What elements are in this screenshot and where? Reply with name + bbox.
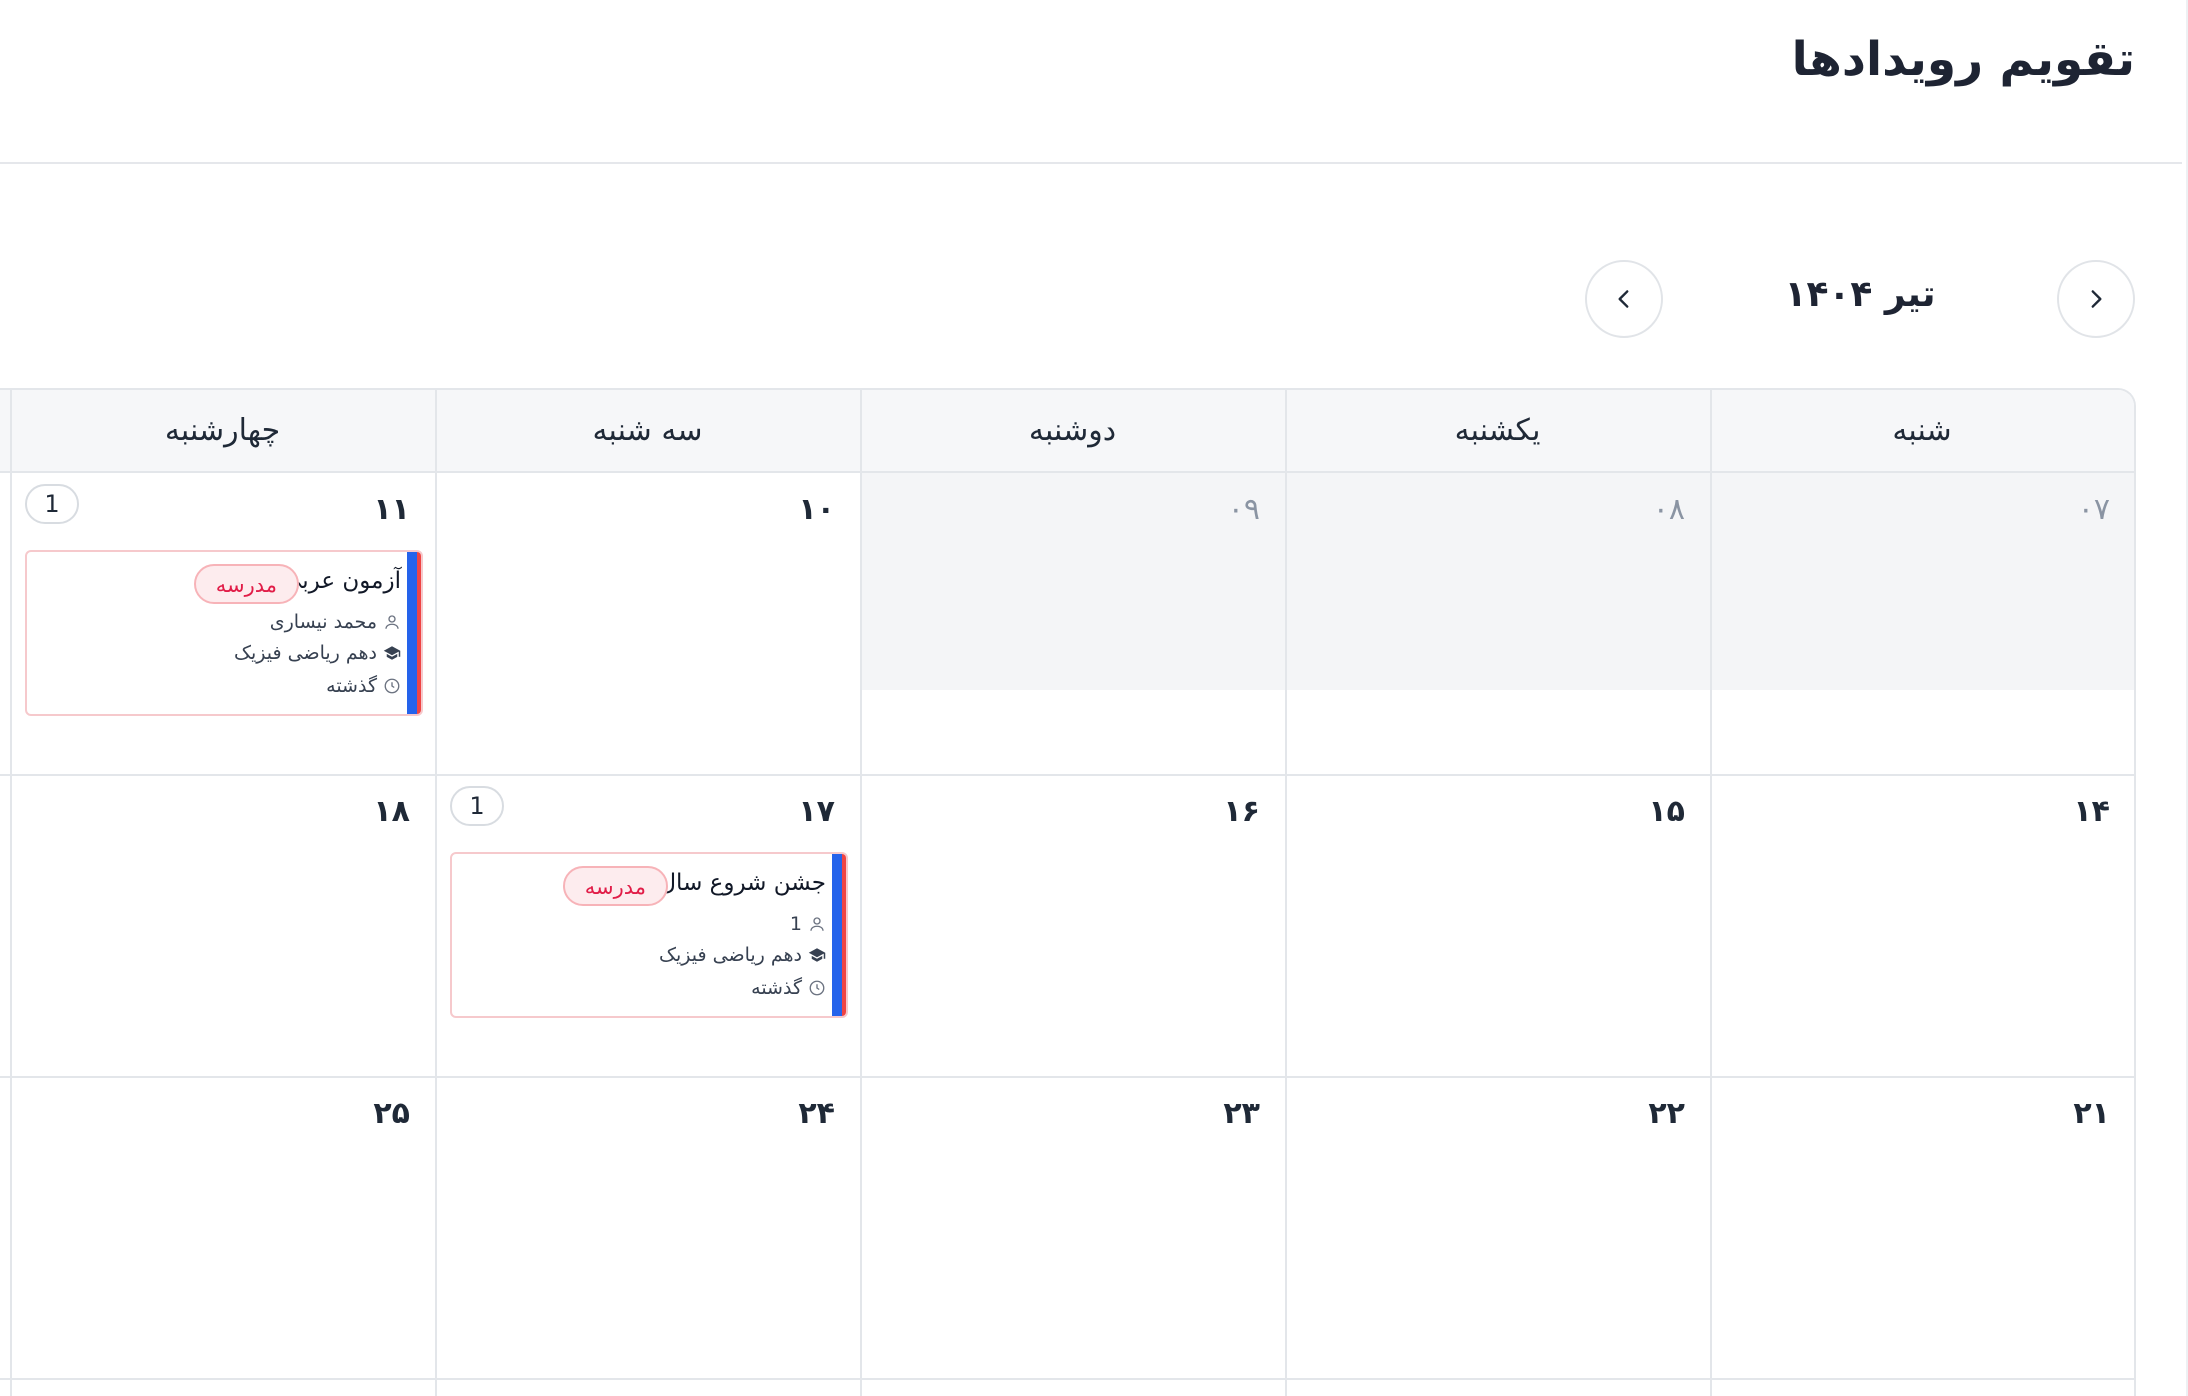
chevron-left-icon — [1618, 290, 1629, 308]
day-cell-number[interactable]: ۰۹ — [1140, 492, 1260, 527]
calendar-page: تقویم رویدادها ۱۴۰۴ تیر شنبه یکشنبه دوشن… — [0, 0, 2188, 1396]
day-cell-number[interactable]: ۰۷ — [1990, 492, 2110, 527]
current-month-label: ۱۴۰۴ تیر — [1784, 274, 1936, 315]
grid-line — [1710, 390, 1712, 1396]
grid-line — [10, 390, 12, 1396]
day-cell-number[interactable]: ۲۱ — [1990, 1096, 2110, 1131]
grid-line — [435, 390, 437, 1396]
next-month-button[interactable] — [1585, 260, 1663, 338]
event-class: دهم ریاضی فیزیک — [659, 941, 826, 969]
chevron-right-icon — [2091, 290, 2102, 308]
event-title: جشن شروع سال — [659, 870, 826, 896]
grid-line — [1285, 390, 1287, 1396]
event-organizer: محمد نیساری — [270, 608, 401, 636]
event-status: گذشته — [751, 974, 826, 1002]
grid-line — [0, 774, 2134, 776]
event-title: آزمون عربی — [283, 568, 401, 594]
event-organizer-name: محمد نیساری — [269, 611, 377, 633]
clock-icon — [809, 980, 825, 996]
day-cell-number[interactable]: ۲۵ — [290, 1096, 410, 1131]
user-icon — [810, 917, 824, 931]
event-count-badge: 1 — [25, 484, 79, 524]
graduation-cap-icon — [383, 646, 401, 660]
day-cell-number[interactable]: ۱۱ — [290, 492, 410, 527]
event-category-tag: مدرسه — [193, 564, 299, 604]
day-cell-number[interactable]: ۱۷ — [715, 794, 835, 829]
event-category-tag: مدرسه — [562, 866, 668, 906]
day-cell-number[interactable]: ۱۵ — [1565, 794, 1685, 829]
weekday-wednesday: چهارشنبه — [164, 413, 281, 448]
grid-line — [860, 390, 862, 1396]
event-card[interactable]: جشن شروع سال مدرسه 1 دهم ریاضی فیزیک گذش… — [450, 852, 848, 1018]
day-cell-number[interactable]: ۱۸ — [290, 794, 410, 829]
grid-line — [0, 1076, 2134, 1078]
day-cell-number[interactable]: ۲۴ — [715, 1096, 835, 1131]
day-cell-number[interactable]: ۱۰ — [715, 492, 835, 527]
event-class-name: دهم ریاضی فیزیک — [233, 642, 377, 664]
grid-line — [0, 1378, 2134, 1380]
event-color-stripe — [407, 552, 421, 714]
day-cell-number[interactable]: ۱۶ — [1140, 794, 1260, 829]
event-class: دهم ریاضی فیزیک — [234, 639, 401, 667]
event-organizer: 1 — [790, 910, 826, 938]
event-status-label: گذشته — [326, 675, 377, 697]
event-class-name: دهم ریاضی فیزیک — [658, 944, 802, 966]
page-title: تقویم رویدادها — [1791, 32, 2135, 87]
weekday-tuesday: سه شنبه — [592, 413, 703, 448]
weekday-sunday: یکشنبه — [1454, 413, 1541, 448]
graduation-cap-icon — [808, 948, 826, 962]
clock-icon — [384, 678, 400, 694]
month-calendar-grid: شنبه یکشنبه دوشنبه سه شنبه چهارشنبه ۰۷ ۰… — [0, 388, 2136, 1396]
event-count-badge: 1 — [450, 786, 504, 826]
day-cell-number[interactable]: ۱۴ — [1990, 794, 2110, 829]
day-cell-number[interactable]: ۲۲ — [1565, 1096, 1685, 1131]
weekday-saturday: شنبه — [1892, 413, 1952, 448]
day-cell-number[interactable]: ۰۸ — [1565, 492, 1685, 527]
weekday-monday: دوشنبه — [1028, 413, 1117, 448]
header-divider — [0, 162, 2182, 164]
user-icon — [385, 615, 399, 629]
event-card[interactable]: آزمون عربی مدرسه محمد نیساری دهم ریاضی ف… — [25, 550, 423, 716]
previous-month-button[interactable] — [2057, 260, 2135, 338]
event-status: گذشته — [326, 672, 401, 700]
day-cell-number[interactable]: ۲۳ — [1140, 1096, 1260, 1131]
weekday-header-row: شنبه یکشنبه دوشنبه سه شنبه چهارشنبه — [0, 390, 2134, 473]
event-organizer-name: 1 — [789, 913, 802, 935]
event-status-label: گذشته — [751, 977, 802, 999]
event-color-stripe — [832, 854, 846, 1016]
past-day-background — [860, 473, 2134, 690]
